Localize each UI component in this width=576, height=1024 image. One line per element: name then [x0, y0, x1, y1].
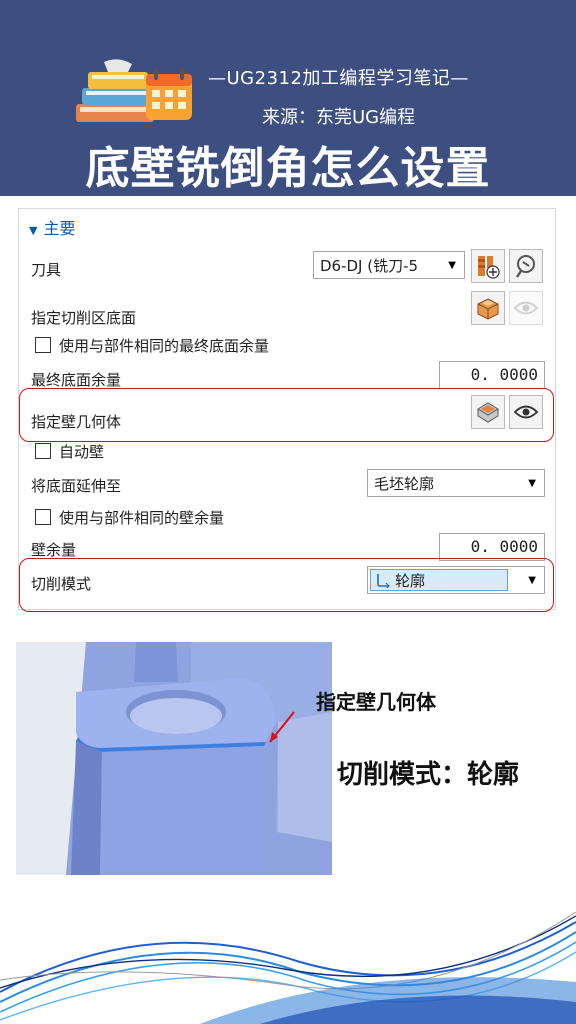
cut-mode-annotation: 切削模式：轮廓: [337, 760, 520, 790]
cut-mode-highlight: [19, 558, 554, 612]
floor-stock-checkbox[interactable]: [35, 337, 51, 353]
page-title: 底壁铣倒角怎么设置: [85, 143, 491, 194]
extend-floor-label: 将底面延伸至: [31, 477, 122, 495]
show-floor-button[interactable]: [509, 291, 543, 325]
tool-select-value: D6-DJ (铣刀-5: [320, 256, 419, 275]
books-calendar-icon: [76, 59, 192, 122]
auto-wall-label: 自动壁: [59, 443, 105, 461]
wall-geometry-annotation: 指定壁几何体: [316, 690, 436, 714]
header-subtitle: —UG2312加工编程学习笔记—: [208, 68, 469, 89]
chamfer-part-image: [16, 642, 332, 875]
dropdown-arrow-icon: ▼: [528, 478, 536, 489]
new-tool-button[interactable]: [471, 249, 505, 283]
select-floor-button[interactable]: [471, 291, 505, 325]
header-banner: —UG2312加工编程学习笔记— 来源：东莞UG编程 底壁铣倒角怎么设置: [0, 0, 576, 196]
collapse-triangle-icon[interactable]: ▼: [29, 224, 37, 237]
header-source: 来源：东莞UG编程: [262, 107, 416, 128]
wall-stock-input[interactable]: 0. 0000: [439, 533, 545, 561]
section-main-header[interactable]: ▼ 主要: [29, 215, 75, 239]
part-render-view: [16, 642, 332, 875]
decorative-waves: [0, 911, 576, 1024]
final-floor-stock-input[interactable]: 0. 0000: [439, 361, 545, 389]
floor-stock-checkbox-label: 使用与部件相同的最终底面余量: [59, 337, 270, 355]
extend-floor-value: 毛坯轮廓: [374, 474, 435, 493]
wrench-icon: [516, 255, 535, 278]
eye-icon: [513, 301, 539, 315]
final-floor-stock-label: 最终底面余量: [31, 371, 122, 389]
wall-stock-checkbox-label: 使用与部件相同的壁余量: [59, 509, 225, 527]
floor-label: 指定切削区底面: [31, 309, 137, 327]
dropdown-arrow-icon: ▼: [448, 260, 456, 271]
tool-select[interactable]: D6-DJ (铣刀-5 ▼: [313, 251, 465, 279]
tool-label: 刀具: [31, 261, 62, 279]
section-main-label: 主要: [43, 219, 76, 238]
wall-geometry-highlight: [19, 388, 554, 442]
auto-wall-checkbox[interactable]: [35, 443, 51, 459]
wall-stock-checkbox[interactable]: [35, 509, 51, 525]
wall-stock-label: 壁余量: [31, 541, 77, 559]
edit-tool-button[interactable]: [509, 249, 543, 283]
floor-geometry-icon: [477, 298, 499, 320]
new-tool-icon: [478, 256, 500, 279]
extend-floor-select[interactable]: 毛坯轮廓 ▼: [367, 469, 545, 497]
